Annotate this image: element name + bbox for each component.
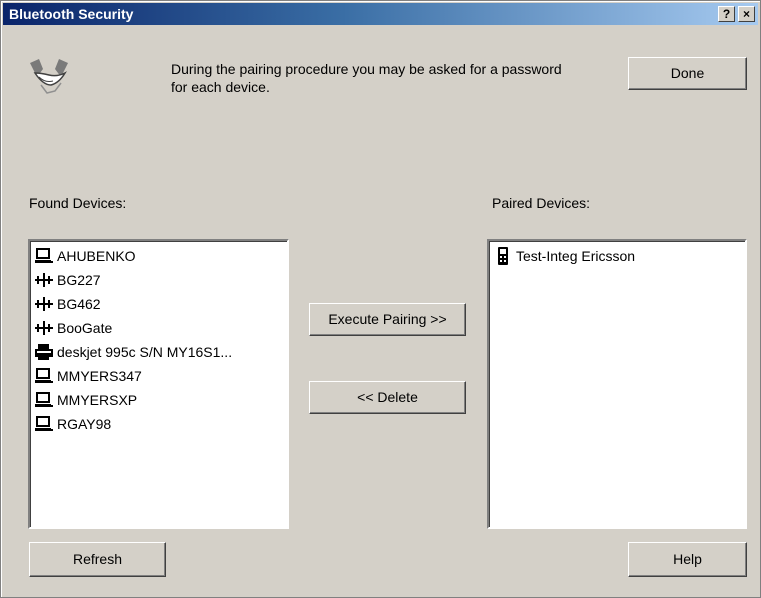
list-item[interactable]: BG227 <box>34 269 101 291</box>
device-name: AHUBENKO <box>57 248 136 264</box>
device-name: deskjet 995c S/N MY16S1... <box>57 344 233 360</box>
info-text: During the pairing procedure you may be … <box>171 61 562 95</box>
help-title-button[interactable]: ? <box>718 6 735 22</box>
help-button-label: Help <box>673 551 702 567</box>
done-button[interactable]: Done <box>628 57 747 90</box>
printer-icon <box>35 344 53 360</box>
list-item[interactable]: deskjet 995c S/N MY16S1... <box>34 341 232 363</box>
device-name: MMYERS347 <box>57 368 142 384</box>
bluetooth-security-dialog: Bluetooth Security ? × During the pairin… <box>0 0 761 598</box>
paired-devices-list[interactable]: Test-Integ Ericsson <box>487 239 747 529</box>
device-name: MMYERSXP <box>57 392 138 408</box>
handshake-icon <box>27 55 71 97</box>
mobile-phone-icon <box>498 247 508 265</box>
list-item[interactable]: AHUBENKO <box>34 245 136 267</box>
delete-button-label: << Delete <box>357 389 418 405</box>
found-devices-list[interactable]: AHUBENKO BG227 BG462 BooGate deskjet 995… <box>28 239 289 529</box>
network-icon <box>35 297 53 311</box>
network-icon <box>35 321 53 335</box>
list-item[interactable]: BG462 <box>34 293 101 315</box>
done-button-label: Done <box>670 65 705 81</box>
found-devices-label: Found Devices: <box>29 195 127 211</box>
delete-button[interactable]: << Delete <box>309 381 466 414</box>
list-item[interactable]: MMYERSXP <box>34 389 137 411</box>
refresh-button-label: Refresh <box>72 551 123 567</box>
computer-icon <box>35 392 53 407</box>
title-bar[interactable]: Bluetooth Security ? × <box>3 3 758 25</box>
device-name: Test-Integ Ericsson <box>516 248 636 264</box>
device-name: BG227 <box>57 272 101 288</box>
device-name: BG462 <box>57 296 101 312</box>
computer-icon <box>35 416 53 431</box>
refresh-button[interactable]: Refresh <box>29 542 166 577</box>
list-item[interactable]: RGAY98 <box>34 413 111 435</box>
paired-devices-label: Paired Devices: <box>492 195 591 211</box>
computer-icon <box>35 368 53 383</box>
computer-icon <box>35 248 53 263</box>
device-name: BooGate <box>57 320 113 336</box>
list-item[interactable]: MMYERS347 <box>34 365 142 387</box>
execute-pairing-label: Execute Pairing >> <box>328 311 447 327</box>
list-item[interactable]: Test-Integ Ericsson <box>493 245 635 267</box>
list-item[interactable]: BooGate <box>34 317 112 339</box>
window-title: Bluetooth Security <box>9 6 134 22</box>
device-name: RGAY98 <box>57 416 112 432</box>
execute-pairing-button[interactable]: Execute Pairing >> <box>309 303 466 336</box>
help-button[interactable]: Help <box>628 542 747 577</box>
network-icon <box>35 273 53 287</box>
close-button[interactable]: × <box>738 6 755 22</box>
